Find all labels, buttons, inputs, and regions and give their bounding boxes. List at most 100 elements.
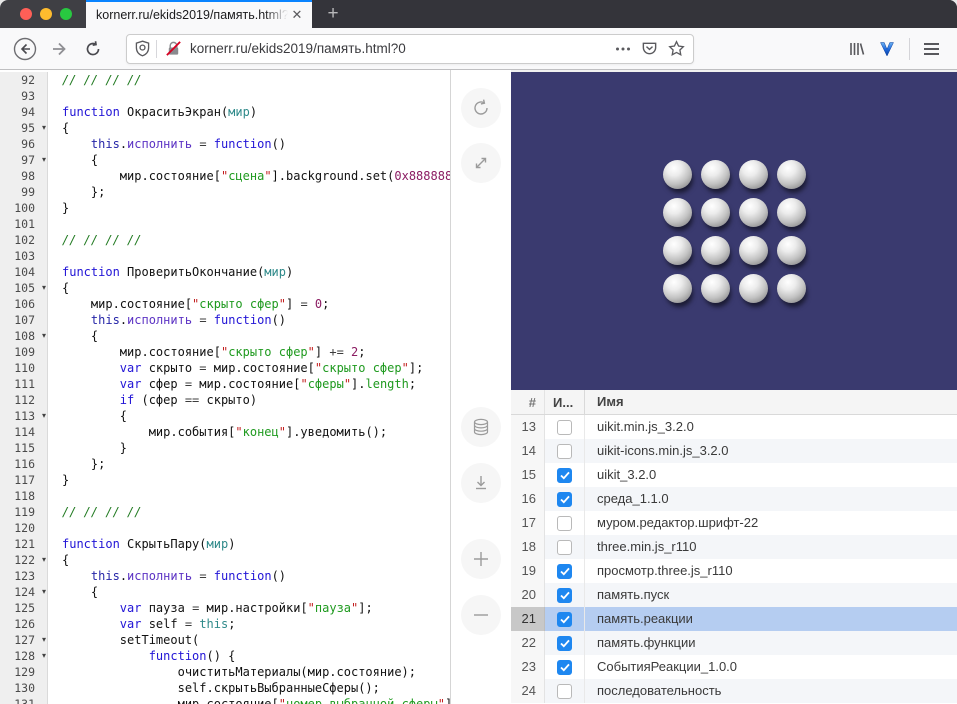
forward-button[interactable] [44, 34, 74, 64]
checkbox-unchecked[interactable] [557, 444, 572, 459]
active-tab[interactable]: kornerr.ru/ekids2019/память.html?0 ✕ [86, 0, 312, 28]
code-line[interactable]: 124▾ { [0, 584, 450, 600]
checkbox-unchecked[interactable] [557, 516, 572, 531]
fold-arrow-icon[interactable]: ▾ [42, 552, 46, 568]
code-line[interactable]: 130 self.скрытьВыбранныеСферы(); [0, 680, 450, 696]
code-line[interactable]: 107 this.исполнить = function() [0, 312, 450, 328]
table-row[interactable]: 13uikit.min.js_3.2.0 [511, 415, 957, 439]
minimize-window-button[interactable] [40, 8, 52, 20]
code-line[interactable]: 101 [0, 216, 450, 232]
fold-arrow-icon[interactable]: ▾ [42, 632, 46, 648]
code-line[interactable]: 112 if (сфер == скрыто) [0, 392, 450, 408]
code-line[interactable]: 102// // // // [0, 232, 450, 248]
code-line[interactable]: 121function СкрытьПару(мир) [0, 536, 450, 552]
checkbox-checked[interactable] [557, 492, 572, 507]
code-line[interactable]: 92// // // // [0, 72, 450, 88]
tab-close-icon[interactable]: ✕ [288, 6, 306, 24]
code-line[interactable]: 96 this.исполнить = function() [0, 136, 450, 152]
pocket-icon[interactable] [641, 40, 658, 57]
table-row[interactable]: 24последовательность [511, 679, 957, 703]
checkbox-checked[interactable] [557, 564, 572, 579]
table-row[interactable]: 17муром.редактор.шрифт-22 [511, 511, 957, 535]
fold-arrow-icon[interactable]: ▾ [42, 328, 46, 344]
checkbox-checked[interactable] [557, 636, 572, 651]
sphere[interactable] [739, 198, 768, 227]
url-text[interactable]: kornerr.ru/ekids2019/память.html?0 [190, 41, 607, 56]
sphere[interactable] [701, 236, 730, 265]
code-line[interactable]: 126 var self = this; [0, 616, 450, 632]
extension-v-icon[interactable] [879, 41, 895, 57]
column-header-used[interactable]: И... [545, 390, 585, 414]
sphere[interactable] [663, 198, 692, 227]
table-row[interactable]: 22память.функции [511, 631, 957, 655]
code-line[interactable]: 118 [0, 488, 450, 504]
table-row[interactable]: 16среда_1.1.0 [511, 487, 957, 511]
sphere[interactable] [663, 160, 692, 189]
sphere[interactable] [663, 236, 692, 265]
more-dots-icon[interactable] [615, 41, 631, 57]
code-line[interactable]: 127▾ setTimeout( [0, 632, 450, 648]
fold-arrow-icon[interactable]: ▾ [42, 584, 46, 600]
refresh-button[interactable] [461, 88, 501, 128]
code-line[interactable]: 106 мир.состояние["скрыто сфер"] = 0; [0, 296, 450, 312]
code-line[interactable]: 125 var пауза = мир.настройки["пауза"]; [0, 600, 450, 616]
code-line[interactable]: 120 [0, 520, 450, 536]
code-line[interactable]: 119// // // // [0, 504, 450, 520]
sphere[interactable] [701, 274, 730, 303]
code-line[interactable]: 113▾ { [0, 408, 450, 424]
code-line[interactable]: 108▾ { [0, 328, 450, 344]
checkbox-checked[interactable] [557, 588, 572, 603]
database-button[interactable] [461, 407, 501, 447]
table-row[interactable]: 21память.реакции [511, 607, 957, 631]
checkbox-checked[interactable] [557, 612, 572, 627]
sphere[interactable] [701, 160, 730, 189]
fold-arrow-icon[interactable]: ▾ [42, 152, 46, 168]
code-line[interactable]: 128▾ function() { [0, 648, 450, 664]
code-line[interactable]: 116 }; [0, 456, 450, 472]
code-editor[interactable]: 92// // // //9394function ОкраситьЭкран(… [0, 70, 451, 704]
code-line[interactable]: 100} [0, 200, 450, 216]
sphere[interactable] [739, 236, 768, 265]
fold-arrow-icon[interactable]: ▾ [42, 120, 46, 136]
sphere[interactable] [701, 198, 730, 227]
table-row[interactable]: 23СобытияРеакции_1.0.0 [511, 655, 957, 679]
code-line[interactable]: 110 var скрыто = мир.состояние["скрыто с… [0, 360, 450, 376]
back-button[interactable] [10, 34, 40, 64]
code-line[interactable]: 104function ПроверитьОкончание(мир) [0, 264, 450, 280]
shield-icon[interactable] [135, 40, 150, 57]
table-row[interactable]: 20память.пуск [511, 583, 957, 607]
code-line[interactable]: 94function ОкраситьЭкран(мир) [0, 104, 450, 120]
sphere[interactable] [777, 236, 806, 265]
sphere[interactable] [663, 274, 692, 303]
url-bar[interactable]: kornerr.ru/ekids2019/память.html?0 [126, 34, 694, 64]
checkbox-unchecked[interactable] [557, 540, 572, 555]
code-line[interactable]: 111 var сфер = мир.состояние["сферы"].le… [0, 376, 450, 392]
sphere[interactable] [739, 160, 768, 189]
close-window-button[interactable] [20, 8, 32, 20]
bookmark-star-icon[interactable] [668, 40, 685, 57]
code-line[interactable]: 115 } [0, 440, 450, 456]
column-header-number[interactable]: # [511, 390, 545, 414]
new-tab-button[interactable]: + [318, 3, 348, 25]
table-row[interactable]: 18three.min.js_r110 [511, 535, 957, 559]
fold-arrow-icon[interactable]: ▾ [42, 648, 46, 664]
table-row[interactable]: 15uikit_3.2.0 [511, 463, 957, 487]
3d-viewport[interactable] [511, 70, 957, 390]
code-line[interactable]: 93 [0, 88, 450, 104]
expand-button[interactable] [461, 143, 501, 183]
insecure-lock-icon[interactable] [165, 40, 182, 57]
checkbox-checked[interactable] [557, 468, 572, 483]
sphere[interactable] [739, 274, 768, 303]
code-line[interactable]: 117} [0, 472, 450, 488]
code-line[interactable]: 122▾{ [0, 552, 450, 568]
sphere[interactable] [777, 198, 806, 227]
sphere[interactable] [777, 160, 806, 189]
menu-button[interactable] [924, 43, 939, 55]
code-line[interactable]: 95▾{ [0, 120, 450, 136]
library-icon[interactable] [847, 40, 865, 58]
checkbox-unchecked[interactable] [557, 684, 572, 699]
code-line[interactable]: 97▾ { [0, 152, 450, 168]
sphere[interactable] [777, 274, 806, 303]
checkbox-checked[interactable] [557, 660, 572, 675]
fold-arrow-icon[interactable]: ▾ [42, 408, 46, 424]
